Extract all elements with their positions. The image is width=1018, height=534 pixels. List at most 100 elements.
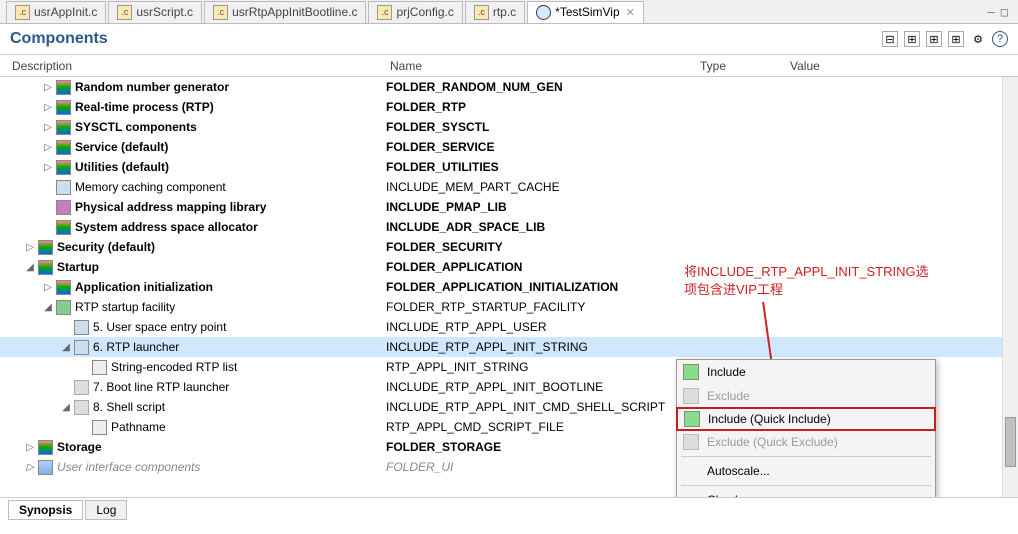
- menu-item-label: Include (Quick Include): [708, 412, 831, 426]
- expand-toggle-icon[interactable]: ◢: [60, 402, 72, 413]
- row-name: INCLUDE_RTP_APPL_INIT_CMD_SHELL_SCRIPT: [386, 400, 696, 414]
- scrollbar-thumb[interactable]: [1005, 417, 1016, 467]
- menu-item-label: Exclude (Quick Exclude): [707, 435, 838, 449]
- editor-tab[interactable]: .c prjConfig.c: [368, 1, 462, 23]
- row-name: INCLUDE_ADR_SPACE_LIB: [386, 220, 696, 234]
- help-icon[interactable]: ?: [992, 31, 1008, 47]
- tab-label: prjConfig.c: [396, 5, 453, 19]
- tree-row[interactable]: System address space allocator INCLUDE_AD…: [0, 217, 1018, 237]
- menu-item-label: Include: [707, 365, 746, 379]
- row-description: Storage: [57, 440, 102, 454]
- expand-toggle-icon[interactable]: ▷: [42, 122, 54, 133]
- blank-icon: [683, 492, 699, 497]
- expand-toggle-icon[interactable]: ▷: [42, 282, 54, 293]
- cube-icon: [56, 220, 71, 235]
- expand-toggle-icon[interactable]: ▷: [24, 242, 36, 253]
- exclude-icon: [683, 434, 699, 450]
- tree-row[interactable]: Memory caching componentINCLUDE_MEM_PART…: [0, 177, 1018, 197]
- expand-toggle-icon[interactable]: ▷: [24, 442, 36, 453]
- tree-row[interactable]: ▷Security (default)FOLDER_SECURITY: [0, 237, 1018, 257]
- restore-icon[interactable]: □: [1001, 5, 1008, 19]
- c-file-icon: .c: [15, 5, 30, 20]
- include-icon: [683, 364, 699, 380]
- expand-2-icon[interactable]: ⊞: [926, 31, 942, 47]
- cube-icon: [38, 240, 53, 255]
- col-type[interactable]: Type: [696, 59, 786, 73]
- row-description: Random number generator: [75, 80, 229, 94]
- row-name: INCLUDE_RTP_APPL_INIT_BOOTLINE: [386, 380, 696, 394]
- expand-icon[interactable]: ⊞: [904, 31, 920, 47]
- tree-row[interactable]: ▷Real-time process (RTP)FOLDER_RTP: [0, 97, 1018, 117]
- tree-row[interactable]: ▷Utilities (default)FOLDER_UTILITIES: [0, 157, 1018, 177]
- c-file-icon: .c: [474, 5, 489, 20]
- include-icon: [684, 411, 700, 427]
- tab-label: rtp.c: [493, 5, 516, 19]
- menu-item[interactable]: Autoscale...: [677, 459, 935, 483]
- c-file-icon: .c: [377, 5, 392, 20]
- row-name: INCLUDE_PMAP_LIB: [386, 200, 696, 214]
- expand-toggle-icon[interactable]: ▷: [24, 462, 36, 473]
- leaf-icon: [74, 340, 89, 355]
- row-name: FOLDER_SERVICE: [386, 140, 696, 154]
- project-icon: [536, 5, 551, 20]
- tab-log[interactable]: Log: [85, 500, 127, 520]
- cube-icon: [56, 80, 71, 95]
- close-icon[interactable]: ✕: [626, 6, 635, 19]
- editor-tab[interactable]: .cusrScript.c: [108, 1, 202, 23]
- menu-item: Exclude: [677, 384, 935, 408]
- row-description: System address space allocator: [75, 220, 258, 234]
- collapse-all-icon[interactable]: ⊟: [882, 31, 898, 47]
- menu-item[interactable]: Check: [677, 488, 935, 497]
- row-name: FOLDER_SYSCTL: [386, 120, 696, 134]
- scr-icon: [92, 360, 107, 375]
- menu-item[interactable]: Include: [677, 360, 935, 384]
- row-description: User interface components: [57, 460, 200, 474]
- leafg-icon: [74, 400, 89, 415]
- expand-3-icon[interactable]: ⊞: [948, 31, 964, 47]
- row-name: FOLDER_UTILITIES: [386, 160, 696, 174]
- minimize-icon[interactable]: —: [988, 5, 995, 19]
- editor-tab[interactable]: *TestSimVip ✕: [527, 1, 644, 23]
- col-value[interactable]: Value: [786, 59, 1018, 73]
- expand-toggle-icon[interactable]: ◢: [42, 302, 54, 313]
- tree-row[interactable]: ▷SYSCTL componentsFOLDER_SYSCTL: [0, 117, 1018, 137]
- editor-tab[interactable]: .c rtp.c: [465, 1, 525, 23]
- tab-label: *TestSimVip: [555, 5, 619, 19]
- component-tree[interactable]: ▷Random number generatorFOLDER_RANDOM_NU…: [0, 77, 1018, 497]
- editor-tab[interactable]: .cusrAppInit.c: [6, 1, 106, 23]
- book-icon: [56, 200, 71, 215]
- c-file-icon: .c: [117, 5, 132, 20]
- expand-toggle-icon[interactable]: ▷: [42, 102, 54, 113]
- tree-row[interactable]: ▷Service (default)FOLDER_SERVICE: [0, 137, 1018, 157]
- expand-toggle-icon[interactable]: ▷: [42, 142, 54, 153]
- tab-synopsis[interactable]: Synopsis: [8, 500, 83, 520]
- menu-item: Exclude (Quick Exclude): [677, 430, 935, 454]
- vertical-scrollbar[interactable]: [1002, 77, 1018, 497]
- tree-row[interactable]: 5. User space entry pointINCLUDE_RTP_APP…: [0, 317, 1018, 337]
- row-description: 5. User space entry point: [93, 320, 226, 334]
- blank-icon: [683, 463, 699, 479]
- filter-icon[interactable]: ⚙: [970, 31, 986, 47]
- menu-item-label: Autoscale...: [707, 464, 770, 478]
- expand-toggle-icon[interactable]: ▷: [42, 82, 54, 93]
- row-name: INCLUDE_MEM_PART_CACHE: [386, 180, 696, 194]
- expand-toggle-icon[interactable]: ◢: [60, 342, 72, 353]
- bottom-tab-bar: Synopsis Log: [0, 497, 1018, 521]
- tree-row[interactable]: ◢6. RTP launcherINCLUDE_RTP_APPL_INIT_ST…: [0, 337, 1018, 357]
- expand-toggle-icon[interactable]: ▷: [42, 162, 54, 173]
- leaf-icon: [56, 180, 71, 195]
- cube-icon: [56, 280, 71, 295]
- col-description[interactable]: Description: [8, 59, 386, 73]
- tree-row[interactable]: ▷Random number generatorFOLDER_RANDOM_NU…: [0, 77, 1018, 97]
- menu-separator: [681, 485, 931, 486]
- tree-row[interactable]: Physical address mapping libraryINCLUDE_…: [0, 197, 1018, 217]
- tree-row[interactable]: ◢RTP startup facilityFOLDER_RTP_STARTUP_…: [0, 297, 1018, 317]
- context-menu: Include Exclude Include (Quick Include) Exc…: [676, 359, 936, 497]
- row-description: String-encoded RTP list: [111, 360, 237, 374]
- menu-item-label: Check: [707, 493, 741, 497]
- view-header: Components ⊟ ⊞ ⊞ ⊞ ⚙ ?: [0, 24, 1018, 55]
- menu-item[interactable]: Include (Quick Include): [676, 407, 936, 431]
- expand-toggle-icon[interactable]: ◢: [24, 262, 36, 273]
- col-name[interactable]: Name: [386, 59, 696, 73]
- editor-tab[interactable]: .cusrRtpAppInitBootline.c: [204, 1, 366, 23]
